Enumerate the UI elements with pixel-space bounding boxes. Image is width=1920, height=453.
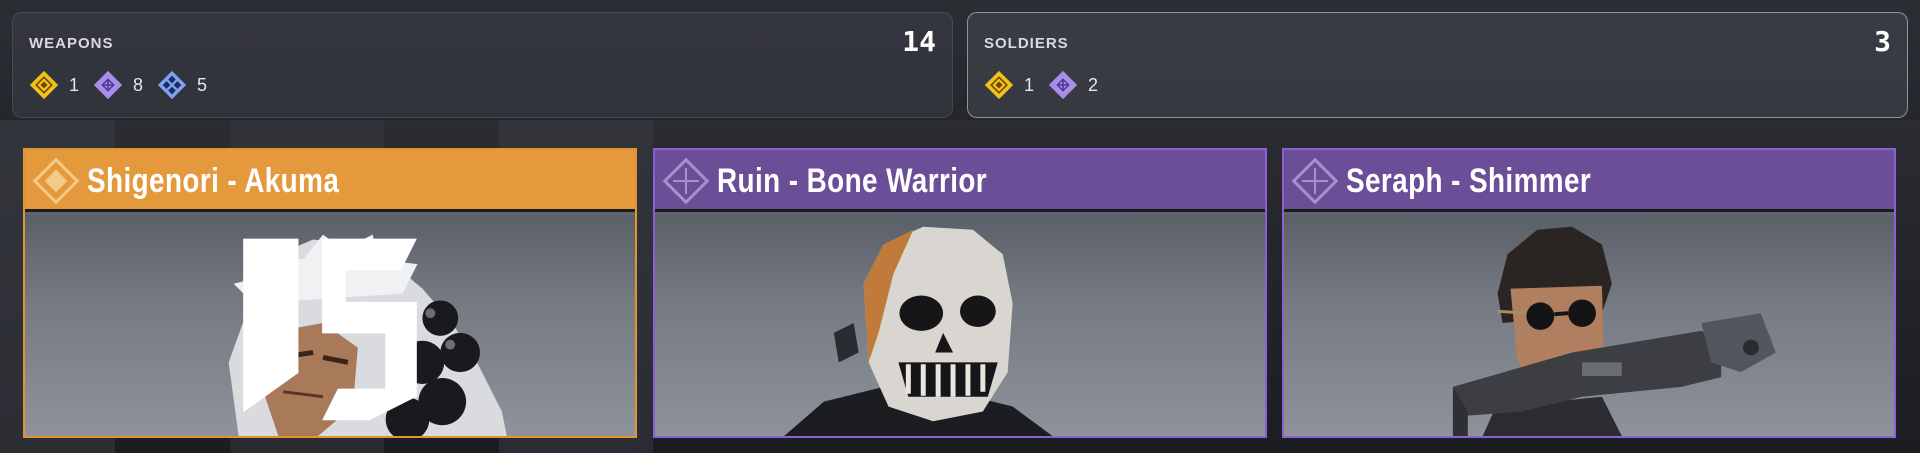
rarity-legendary-icon <box>32 157 80 205</box>
weapons-epic-value: 8 <box>133 74 144 95</box>
rarity-epic-icon <box>1291 157 1339 205</box>
weapons-epic-count: 8 <box>93 70 143 100</box>
weapons-legendary-value: 1 <box>69 74 80 95</box>
card-title: Shigenori - Akuma <box>87 162 340 200</box>
game-logo-icon <box>243 238 417 421</box>
character-portrait <box>1284 215 1894 436</box>
rarity-epic-icon <box>93 70 123 100</box>
weapons-legendary-count: 1 <box>29 70 79 100</box>
soldiers-rarity-counts: 1 2 <box>984 70 1098 100</box>
soldiers-total: 3 <box>1874 25 1891 58</box>
soldiers-epic-value: 2 <box>1088 74 1099 95</box>
weapons-rarity-counts: 1 8 5 <box>29 70 207 100</box>
soldiers-epic-count: 2 <box>1048 70 1098 100</box>
soldiers-legendary-value: 1 <box>1024 74 1035 95</box>
soldier-card-seraph-shimmer[interactable]: Seraph - Shimmer <box>1282 148 1896 438</box>
character-portrait <box>655 215 1265 436</box>
soldiers-label: SOLDIERS <box>984 35 1069 52</box>
rarity-legendary-icon <box>984 70 1014 100</box>
character-portrait <box>25 215 635 436</box>
weapons-total: 14 <box>902 25 936 58</box>
card-header: Shigenori - Akuma <box>25 150 635 212</box>
card-header: Ruin - Bone Warrior <box>655 150 1265 212</box>
weapons-rare-count: 5 <box>157 70 207 100</box>
rarity-legendary-icon <box>29 70 59 100</box>
soldier-card-shigenori-akuma[interactable]: Shigenori - Akuma <box>23 148 637 438</box>
card-title: Ruin - Bone Warrior <box>717 162 988 200</box>
card-header: Seraph - Shimmer <box>1284 150 1894 212</box>
soldiers-legendary-count: 1 <box>984 70 1034 100</box>
card-title: Seraph - Shimmer <box>1346 162 1592 200</box>
rarity-epic-icon <box>662 157 710 205</box>
soldier-card-ruin-bone-warrior[interactable]: Ruin - Bone Warrior <box>653 148 1267 438</box>
weapons-label: WEAPONS <box>29 35 114 52</box>
weapons-rare-value: 5 <box>197 74 208 95</box>
rarity-epic-icon <box>1048 70 1078 100</box>
rarity-rare-icon <box>157 70 187 100</box>
soldiers-summary-panel[interactable]: SOLDIERS 3 1 2 <box>967 12 1908 118</box>
weapons-summary-panel[interactable]: WEAPONS 14 1 8 5 <box>12 12 953 118</box>
